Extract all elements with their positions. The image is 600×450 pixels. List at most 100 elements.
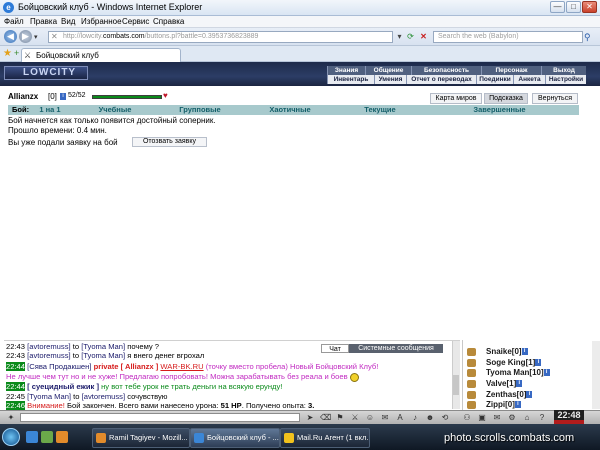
tab-system-messages[interactable]: Системные сообщения <box>349 344 443 353</box>
nav-knowledge[interactable]: Знания <box>327 66 365 75</box>
user-info-icon[interactable]: i <box>521 348 528 356</box>
filter-icon[interactable]: ⚑ <box>335 413 345 422</box>
menu-file[interactable]: Файл <box>4 17 24 26</box>
player-level: [0] <box>48 92 57 101</box>
menu-help[interactable]: Справка <box>153 17 184 26</box>
online-scrollbar[interactable] <box>592 341 600 409</box>
fight-type-tabs: Бой: 1 на 1 Учебные Групповые Хаотичные … <box>8 105 579 115</box>
user-status-icon <box>467 348 476 356</box>
chat-user-name[interactable]: [avtoremuss] <box>27 351 70 360</box>
hint-button[interactable]: Подсказка <box>484 93 528 104</box>
maximize-button[interactable]: □ <box>566 1 581 13</box>
tab-training[interactable]: Учебные <box>70 105 160 115</box>
help-icon[interactable]: ? <box>537 413 547 422</box>
taskbar-item-fight-club[interactable]: Бойцовский клуб - ... <box>190 428 280 448</box>
tab-fight-club[interactable]: Бойцовский клуб <box>21 48 181 62</box>
chat-user-name[interactable]: [Сява Продакшен] <box>27 362 91 371</box>
online-user[interactable]: Soge King[1] i <box>486 358 542 367</box>
nav-settings[interactable]: Настройки <box>545 75 586 84</box>
menu-view[interactable]: Вид <box>61 17 75 26</box>
address-bar: ◀ ▶ ▾ http://lowcity.combats.com/buttons… <box>0 28 600 46</box>
firefox-quicklaunch-icon[interactable] <box>56 431 68 443</box>
user-status-icon <box>467 359 476 367</box>
back-icon[interactable]: ◀ <box>4 30 17 43</box>
private-icon[interactable]: ✉ <box>380 413 390 422</box>
send-icon[interactable]: ➤ <box>305 413 315 422</box>
nav-security[interactable]: Безопасность <box>411 66 481 75</box>
chat-link[interactable]: WAR-BK.RU <box>160 362 203 371</box>
tab-one-on-one[interactable]: 1 на 1 <box>30 105 70 115</box>
user-status-icon <box>467 369 476 377</box>
user-info-icon[interactable]: i <box>526 391 533 399</box>
tab-chaotic[interactable]: Хаотичные <box>240 105 340 115</box>
menu-tools[interactable]: Сервис <box>122 17 149 26</box>
user-info-icon[interactable]: i <box>516 380 523 388</box>
nav-fights[interactable]: Поединки <box>476 75 513 84</box>
bulb-icon[interactable]: ✦ <box>6 413 16 422</box>
tab-label: Бойцовский клуб <box>36 51 99 60</box>
gear-icon[interactable]: ⚙ <box>507 413 517 422</box>
clear-icon[interactable]: ⌫ <box>320 413 331 422</box>
forward-icon[interactable]: ▶ <box>19 30 32 43</box>
start-button[interactable] <box>2 428 20 446</box>
taskbar-item-mozilla[interactable]: Ramil Tagiyev - Mozill... <box>92 428 190 448</box>
online-user[interactable]: Zippi[0] i <box>486 400 521 409</box>
user-info-icon[interactable]: i <box>535 359 542 367</box>
person-icon[interactable]: ☺ <box>365 413 375 422</box>
tab-current[interactable]: Текущие <box>340 105 420 115</box>
refresh-icon[interactable]: ⟳ <box>405 32 416 42</box>
taskbar-item-mail-agent[interactable]: Mail.Ru Агент (1 вкл... <box>280 428 370 448</box>
tab-group[interactable]: Групповые <box>160 105 240 115</box>
menu-favorites[interactable]: Избранное <box>81 17 122 26</box>
player-name[interactable]: Allianzx <box>8 92 38 101</box>
user-info-icon[interactable]: i <box>514 401 521 409</box>
add-favorite-icon[interactable]: + <box>14 48 19 58</box>
nav-transfer-report[interactable]: Отчет о переводах <box>406 75 476 84</box>
player-info-icon[interactable]: i <box>60 93 66 100</box>
online-user[interactable]: Zenthas[0] i <box>486 390 533 399</box>
nav-skills[interactable]: Умения <box>374 75 406 84</box>
dropdown-icon[interactable]: ▾ <box>34 33 38 41</box>
chat-user-name[interactable]: [ суецидный ежик ] <box>27 382 99 391</box>
search-icon[interactable]: ⚲ <box>584 32 591 43</box>
chat-user-name[interactable]: [avtoremuss] <box>27 342 70 351</box>
refresh-chat-icon[interactable]: ⟲ <box>440 413 450 422</box>
tab-finished[interactable]: Завершенные <box>420 105 579 115</box>
chat-line: 22:43 [avtoremuss] to [Tyoma Man] я внег… <box>6 351 205 360</box>
desktop-quicklaunch-icon[interactable] <box>41 431 53 443</box>
withdraw-application-button[interactable]: Отозвать заявку <box>132 137 207 147</box>
close-button[interactable]: ✕ <box>582 1 597 13</box>
nav-profile[interactable]: Анкета <box>513 75 545 84</box>
sound-icon[interactable]: ♪ <box>410 413 420 422</box>
address-dropdown-icon[interactable]: ▾ <box>394 32 405 42</box>
nav-inventory[interactable]: Инвентарь <box>327 75 374 84</box>
tab-bar: ★ + Бойцовский клуб ⚔ <box>0 46 600 62</box>
minimize-button[interactable]: — <box>550 1 565 13</box>
sword-icon[interactable]: ⚔ <box>350 413 360 422</box>
nav-character[interactable]: Персонаж <box>481 66 541 75</box>
user-info-icon[interactable]: i <box>543 369 550 377</box>
world-map-button[interactable]: Карта миров <box>430 93 482 104</box>
online-user[interactable]: Snaike[0] i <box>486 347 528 356</box>
translit-icon[interactable]: A <box>395 413 405 422</box>
chat-user-name[interactable]: [Tyoma Man] <box>27 392 71 401</box>
smiles-icon[interactable]: ☻ <box>425 413 435 422</box>
back-button[interactable]: Вернуться <box>532 93 578 104</box>
online-user[interactable]: Tyoma Man[10] i <box>486 368 550 377</box>
nav-exit[interactable]: Выход <box>541 66 586 75</box>
map-icon[interactable]: ⌂ <box>522 413 532 422</box>
mail-icon[interactable]: ✉ <box>492 413 502 422</box>
favorites-star-icon[interactable]: ★ <box>3 48 12 59</box>
ie-quicklaunch-icon[interactable] <box>26 431 38 443</box>
menu-edit[interactable]: Правка <box>30 17 57 26</box>
stop-icon[interactable]: ✕ <box>418 32 429 42</box>
chat-scroll-thumb[interactable] <box>453 375 459 395</box>
nav-communication[interactable]: Общение <box>365 66 411 75</box>
search-input[interactable]: Search the web (Babylon) <box>433 31 583 43</box>
tab-chat[interactable]: Чат <box>321 344 349 353</box>
online-user[interactable]: Valve[1] i <box>486 379 523 388</box>
chat-input[interactable] <box>20 413 300 422</box>
bag-icon[interactable]: ▣ <box>477 413 487 422</box>
online-people-icon[interactable]: ⚇ <box>462 413 472 422</box>
url-field[interactable]: http://lowcity.combats.com/buttons.pl?ba… <box>48 31 393 43</box>
